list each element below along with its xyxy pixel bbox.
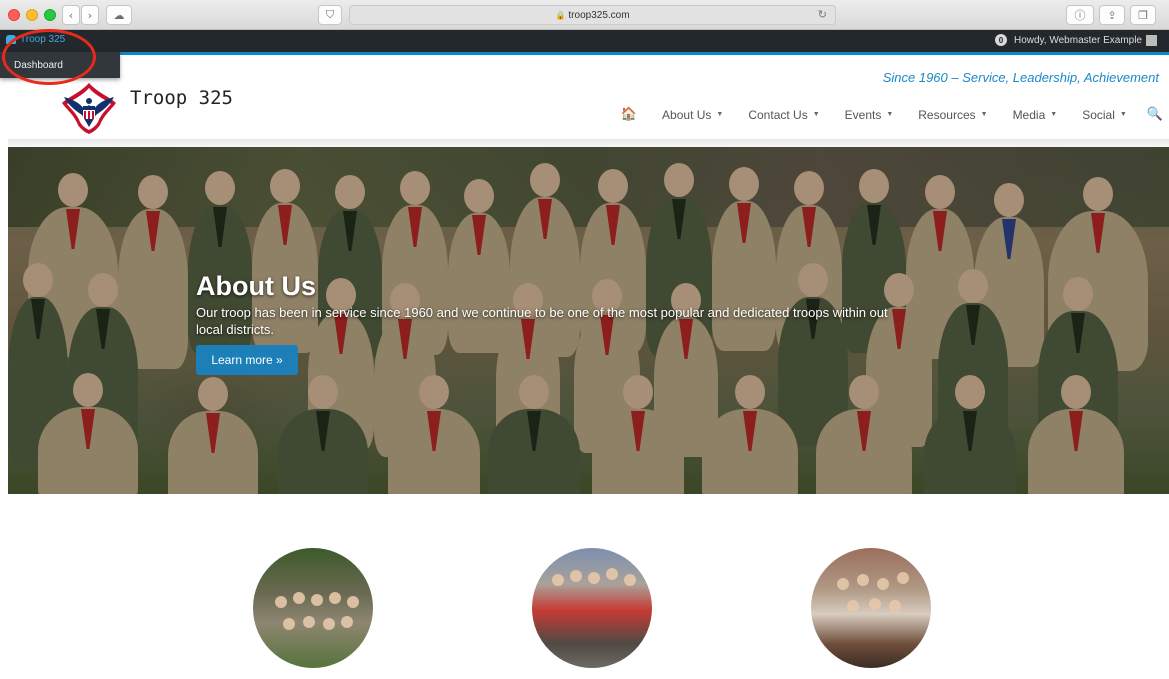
minimize-window-button[interactable] [26, 9, 38, 21]
zoom-window-button[interactable] [44, 9, 56, 21]
hero-title: About Us [196, 271, 316, 301]
reload-icon[interactable]: ↻ [818, 8, 827, 21]
shield-icon[interactable]: ⛉ [318, 5, 342, 25]
caret-down-icon: ▼ [716, 111, 724, 118]
site-header: Troop 325 Since 1960 – Service, Leadersh… [8, 55, 1169, 140]
close-window-button[interactable] [8, 9, 20, 21]
hero-description: Our troop has been in service since 1960… [196, 305, 888, 337]
learn-more-button[interactable]: Learn more » [196, 345, 298, 375]
search-icon[interactable]: 🔍 [1147, 107, 1163, 122]
site-brand-title[interactable]: Troop 325 [130, 87, 233, 109]
caret-down-icon: ▼ [1050, 111, 1058, 118]
back-button[interactable]: ‹ [62, 5, 80, 25]
forward-button[interactable]: › [81, 5, 99, 25]
notification-badge[interactable]: 0 [994, 34, 1007, 46]
site-tagline: Since 1960 – Service, Leadership, Achiev… [882, 70, 1159, 85]
lock-icon: 🔒 [555, 10, 566, 20]
feature-image-troop-photo[interactable] [253, 548, 373, 668]
nav-item-social[interactable]: Social ▼ [1082, 108, 1127, 122]
nav-label: Contact Us [748, 107, 808, 122]
home-icon[interactable]: 🏠 [621, 107, 637, 122]
hero-banner: About Us Our troop has been in service s… [8, 147, 1169, 494]
feature-image-scouts-indoor[interactable] [811, 548, 931, 668]
share-icon[interactable]: ⇪ [1099, 5, 1125, 25]
admin-account-menu[interactable]: 0 Howdy, Webmaster Example [994, 34, 1157, 46]
caret-down-icon: ▼ [812, 111, 820, 118]
caret-down-icon: ▼ [1119, 111, 1127, 118]
nav-label: Social [1082, 107, 1115, 122]
nav-label: Media [1012, 107, 1046, 122]
nav-item-contact-us[interactable]: Contact Us ▼ [748, 108, 819, 122]
icloud-tabs-icon[interactable]: ☁ [106, 5, 132, 25]
nav-item-resources[interactable]: Resources ▼ [918, 108, 987, 122]
main-nav: 🏠 About Us ▼ Contact Us ▼ Events ▼ Resou… [621, 107, 1163, 122]
admin-site-name: Troop 325 [20, 34, 66, 45]
howdy-text: Howdy, Webmaster Example [1013, 34, 1142, 46]
dashboard-icon [6, 35, 16, 44]
scout-emblem-logo[interactable] [60, 81, 118, 135]
nav-label: Resources [918, 107, 976, 122]
caret-down-icon: ▼ [980, 111, 988, 118]
address-bar[interactable]: 🔒 troop325.com ↻ [349, 5, 836, 25]
header-divider [8, 139, 1169, 147]
info-icon[interactable]: ⓘ [1066, 5, 1094, 25]
nav-item-about-us[interactable]: About Us ▼ [662, 108, 723, 122]
admin-bar: Troop 325 0 Howdy, Webmaster Example [0, 30, 1169, 52]
feature-image-group-outing[interactable] [532, 548, 652, 668]
url-text: troop325.com [568, 9, 630, 21]
tabs-icon[interactable]: ❐ [1130, 5, 1156, 25]
nav-item-events[interactable]: Events ▼ [845, 108, 894, 122]
admin-site-dropdown: Dashboard [0, 52, 120, 78]
dropdown-item-dashboard[interactable]: Dashboard [14, 60, 63, 71]
nav-label: Events [844, 107, 882, 122]
admin-site-link[interactable]: Troop 325 [6, 34, 65, 45]
caret-down-icon: ▼ [886, 111, 894, 118]
nav-label: About Us [662, 107, 712, 122]
browser-toolbar: ‹ › ☁ ⛉ 🔒 troop325.com ↻ ⓘ ⇪ ❐ [0, 0, 1169, 30]
nav-item-media[interactable]: Media ▼ [1013, 108, 1058, 122]
avatar [1146, 34, 1157, 46]
